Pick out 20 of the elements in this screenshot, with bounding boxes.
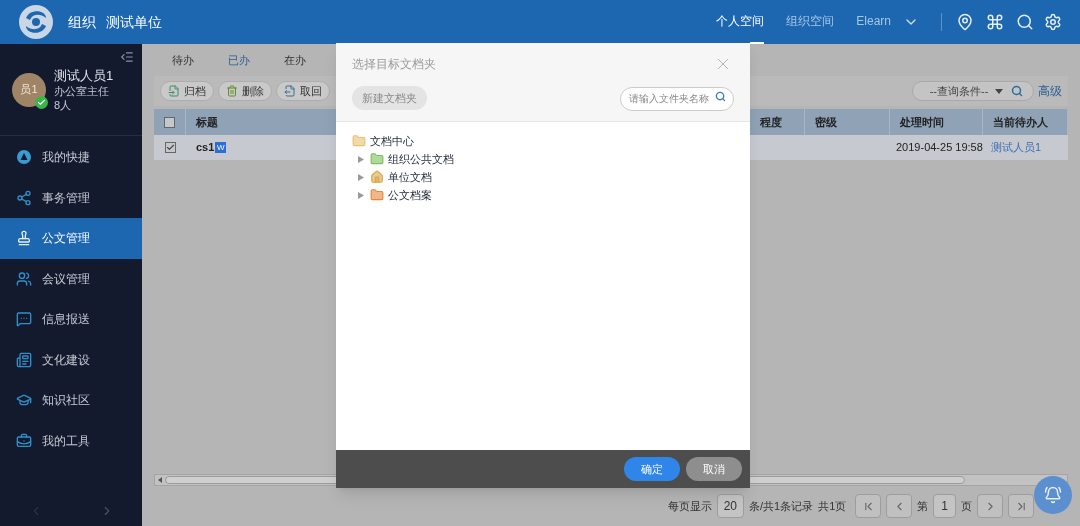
page-prefix: 第 (917, 498, 929, 514)
page-suffix: 页 (961, 498, 972, 514)
avatar: 员1 (12, 72, 46, 107)
page-count: 共1页 (818, 498, 847, 514)
column-header: 处理时间 (900, 114, 944, 130)
user-name: 测试人员1 (54, 67, 114, 84)
column-header: 程度 (760, 114, 782, 130)
org-label: 组织 (68, 12, 96, 32)
member-count: 8人 (54, 97, 73, 112)
record-count: 条/共1条记录 (749, 498, 814, 514)
column-header: 当前待办人 (993, 114, 1048, 130)
column-header: 标题 (196, 114, 218, 130)
user-title: 办公室主任 (54, 83, 110, 98)
dialog-title: 选择目标文档夹 (352, 56, 436, 73)
column-header: 密级 (815, 114, 837, 130)
per-page-label: 每页显示 (667, 498, 712, 514)
table-cell-text: cs1 (196, 140, 215, 156)
unit-name: 测试单位 (106, 12, 162, 32)
word-file-icon: W (215, 142, 227, 153)
table-cell-text: 2019-04-25 19:58 (896, 140, 983, 156)
